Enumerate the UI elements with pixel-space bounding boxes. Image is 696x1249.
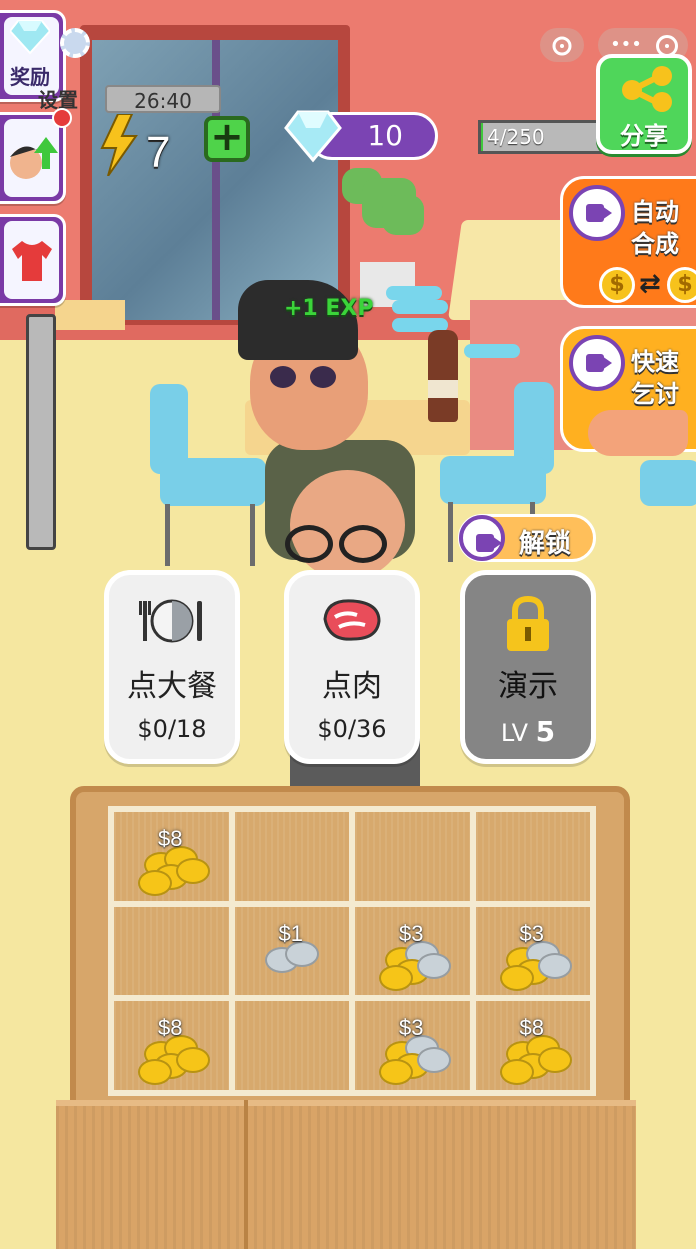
chair-leg — [250, 504, 255, 566]
order-card-meat[interactable]: 点肉 $0/36 — [284, 570, 420, 764]
auto-merge-label-1: 自动 — [631, 198, 679, 226]
exp-gain-popup: +1 EXP — [284, 296, 374, 321]
coin-value-label: $3 — [399, 920, 424, 946]
gold-coin-icon — [499, 1059, 534, 1086]
gem-icon — [284, 110, 342, 163]
coin-value-label: $3 — [399, 1015, 424, 1041]
grid-cell[interactable] — [355, 812, 470, 901]
grid-cell[interactable]: $1 — [234, 906, 349, 996]
coin-value-label: $8 — [519, 1015, 544, 1041]
share-icon — [622, 66, 672, 112]
grid-cell[interactable] — [234, 1001, 349, 1090]
video-ad-icon — [569, 185, 625, 241]
plant-leaf — [382, 195, 424, 235]
coin-value-label: $8 — [158, 826, 183, 851]
bar-stool — [392, 300, 448, 314]
quick-beg-label-2: 乞讨 — [631, 380, 679, 408]
gold-coin-icon — [138, 870, 172, 896]
meat-steak-icon — [323, 599, 381, 641]
grid-cell[interactable]: $8 — [114, 1001, 229, 1090]
unlock-button[interactable]: 解锁 — [458, 514, 596, 562]
coin-value-label: $1 — [278, 920, 303, 946]
mini-program-capsule-left[interactable] — [540, 28, 584, 62]
order-card-big-meal[interactable]: 点大餐 $0/18 — [104, 570, 240, 764]
silver-coin-icon — [417, 1047, 451, 1074]
box-flap-seam — [244, 1100, 248, 1249]
quick-beg-label-1: 快速 — [631, 348, 679, 376]
order-progress: $0/36 — [317, 715, 387, 743]
grid-cell[interactable]: $8 — [475, 1001, 590, 1090]
side-table — [55, 300, 125, 330]
order-title: 点肉 — [322, 669, 382, 704]
bar-stool — [464, 344, 520, 358]
auto-merge-button[interactable]: 自动 合成 $ ⇄ $ — [560, 176, 696, 308]
wine-bottle-label — [428, 380, 458, 398]
energy-count: 7 — [146, 128, 171, 177]
video-ad-icon — [459, 515, 505, 561]
grid-cell[interactable]: $8 — [114, 812, 229, 901]
chair-seat — [440, 456, 546, 504]
chair-seat — [640, 460, 696, 506]
order-progress: $0/18 — [137, 715, 207, 743]
gold-coin-icon — [176, 858, 210, 884]
bar-stool — [386, 286, 442, 300]
grid-cell[interactable]: $3 — [355, 906, 470, 996]
plate-cutlery-icon — [139, 599, 202, 643]
energy-bolt-icon — [100, 114, 138, 176]
customer-eye — [270, 366, 296, 388]
exp-progress-text: 4/250 — [487, 125, 545, 149]
order-level: LV 5 — [465, 715, 591, 748]
swap-arrows-icon: ⇄ — [639, 269, 661, 299]
gold-coin-icon — [379, 1059, 413, 1086]
shirt-icon — [12, 241, 52, 281]
outfit-button[interactable] — [0, 214, 66, 306]
exp-progress-fill — [481, 123, 484, 151]
order-card-demo-locked[interactable]: 演示 LV 5 — [460, 570, 596, 764]
grid-cell[interactable] — [234, 812, 349, 901]
chair-leg — [165, 504, 170, 566]
gold-coin-icon — [537, 1047, 572, 1074]
level-prefix: LV — [500, 719, 529, 747]
chair-seat — [160, 458, 266, 506]
begging-hand-icon — [588, 410, 688, 456]
wine-bottle — [428, 330, 458, 422]
share-button[interactable]: 分享 — [596, 54, 692, 154]
notification-dot — [52, 108, 72, 128]
grid-cell[interactable] — [114, 906, 229, 996]
order-title: 演示 — [498, 669, 558, 704]
coin-icon: $ — [667, 267, 696, 303]
gold-coin-icon — [379, 964, 413, 991]
gold-coin-icon — [138, 1059, 172, 1086]
vertical-progress-bar — [26, 314, 56, 550]
unlock-label: 解锁 — [519, 529, 572, 559]
grid-cell[interactable]: $3 — [475, 906, 590, 996]
silver-coin-icon — [417, 952, 451, 979]
gold-coin-icon — [499, 964, 534, 991]
order-title: 点大餐 — [127, 669, 217, 704]
gold-coin-icon — [176, 1047, 210, 1074]
box-front-panel — [56, 1100, 636, 1249]
level-number: 5 — [535, 715, 556, 748]
diamond-icon — [10, 20, 50, 55]
gear-icon[interactable] — [60, 28, 90, 58]
energy-timer: 26:40 — [105, 85, 221, 113]
silver-coin-icon — [537, 952, 572, 979]
share-label: 分享 — [620, 122, 668, 150]
beggar-glasses — [283, 525, 403, 565]
add-energy-button[interactable]: + — [204, 116, 250, 162]
video-ad-icon — [569, 335, 625, 391]
coin-merge-grid: $8 $1 $3 $3 $8 $3 $8 — [108, 806, 596, 1096]
character-upgrade-icon — [10, 137, 58, 179]
auto-merge-label-2: 合成 — [631, 230, 679, 258]
customer-eye — [310, 366, 336, 388]
coin-icon: $ — [599, 267, 635, 303]
coin-value-label: $8 — [158, 1015, 183, 1041]
window-frame — [212, 40, 220, 320]
padlock-icon — [507, 595, 549, 651]
grid-cell[interactable]: $3 — [355, 1001, 470, 1090]
back-icon — [552, 36, 572, 56]
grid-cell[interactable] — [475, 812, 590, 901]
coin-value-label: $3 — [519, 920, 544, 946]
chair-leg — [448, 502, 453, 562]
